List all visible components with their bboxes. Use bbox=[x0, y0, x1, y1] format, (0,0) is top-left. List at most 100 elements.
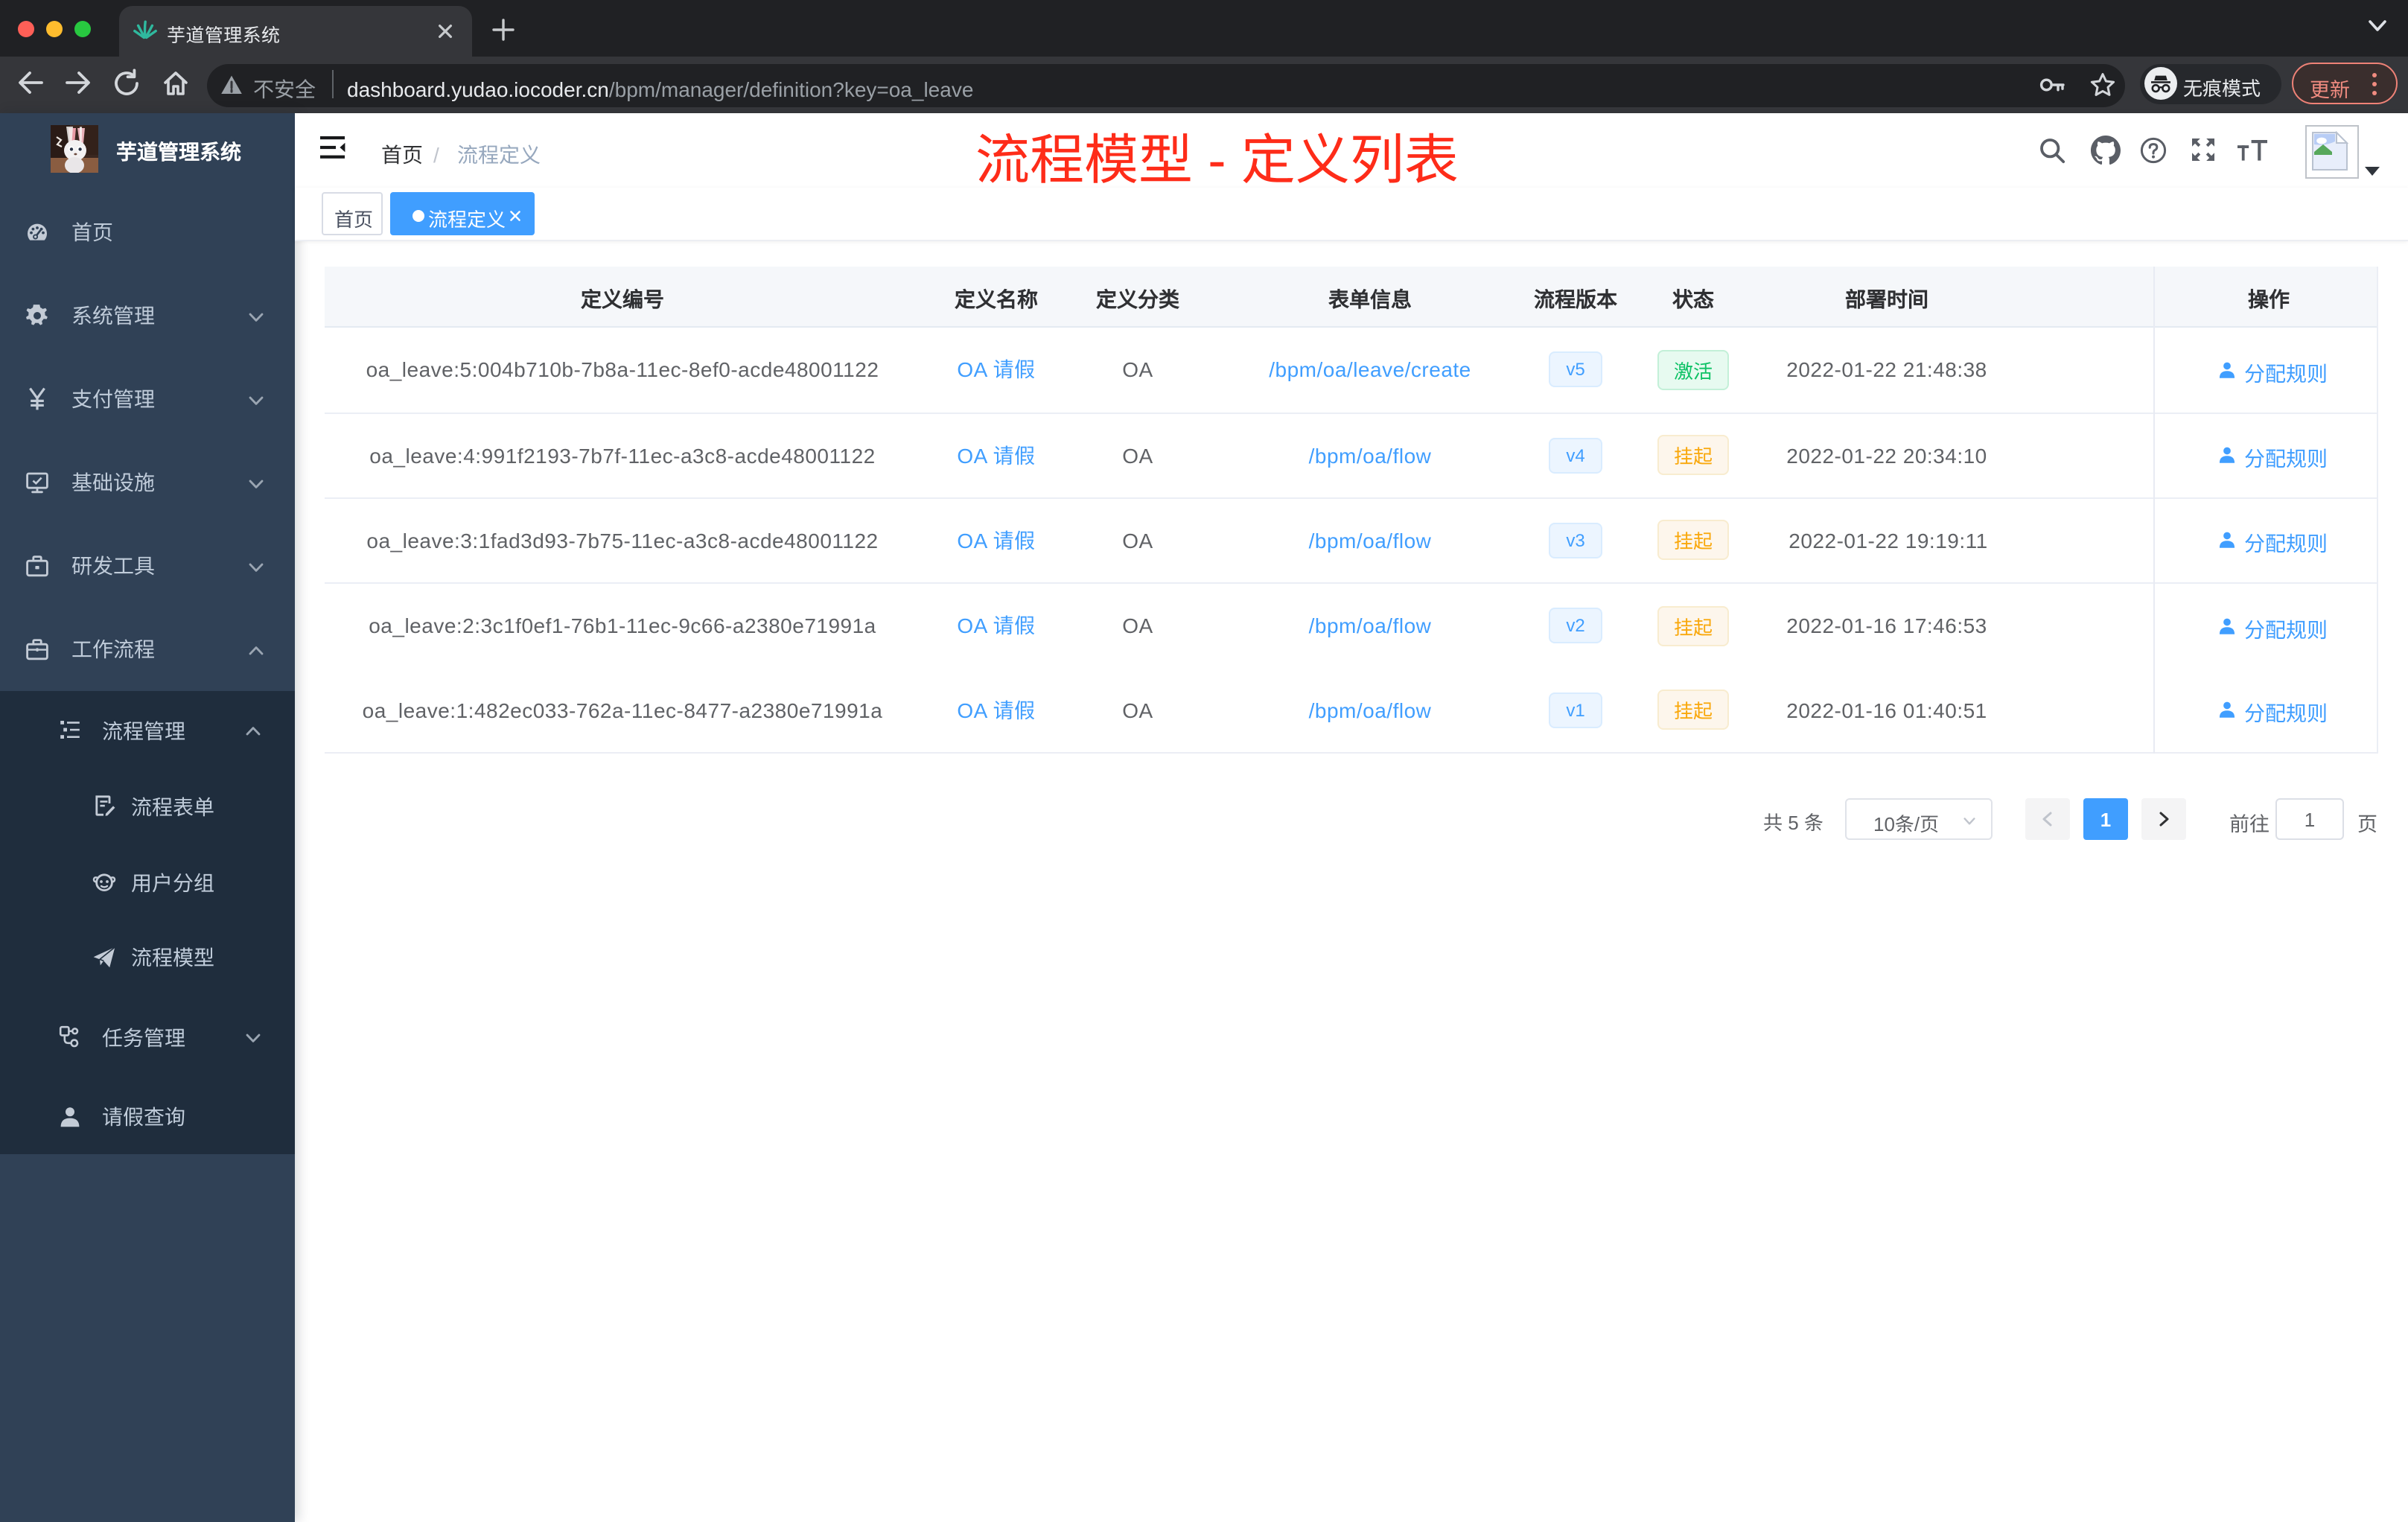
chevron-up-icon bbox=[249, 646, 264, 655]
password-key-icon[interactable] bbox=[2039, 73, 2065, 97]
sidebar-item-task-management[interactable]: 任务管理 bbox=[0, 998, 295, 1075]
reload-icon[interactable] bbox=[112, 69, 141, 98]
security-label[interactable]: 不安全 bbox=[253, 74, 316, 104]
avatar-caret-down-icon[interactable] bbox=[2365, 167, 2380, 183]
assign-rule-button[interactable]: 分配规则 bbox=[2217, 614, 2359, 645]
pagination-next-button[interactable] bbox=[2141, 797, 2186, 839]
sidebar-item-process-model[interactable]: 流程模型 bbox=[0, 918, 295, 996]
cell-deploy-time: 2022-01-22 20:34:10 bbox=[1786, 440, 1987, 471]
cell-form-link[interactable]: /bpm/oa/flow bbox=[1309, 526, 1432, 555]
help-question-icon[interactable] bbox=[2140, 137, 2167, 164]
version-tag: v4 bbox=[1549, 437, 1602, 474]
pagination-goto-label: 前往 bbox=[2229, 807, 2270, 837]
tab-close-icon[interactable] bbox=[433, 19, 457, 43]
cell-definition-name-link[interactable]: OA 请假 bbox=[957, 441, 1035, 471]
chevron-up-icon bbox=[246, 727, 261, 736]
tab-search-chevron-icon[interactable] bbox=[2368, 19, 2387, 33]
new-tab-button[interactable] bbox=[490, 16, 517, 43]
sidebar-item-leave-query[interactable]: 请假查询 bbox=[0, 1077, 295, 1155]
cell-definition-name-link[interactable]: OA 请假 bbox=[957, 695, 1035, 725]
window-zoom-button[interactable] bbox=[74, 20, 91, 36]
pagination-prev-button[interactable] bbox=[2025, 797, 2069, 839]
sidebar-item-label: 用户分组 bbox=[131, 867, 214, 897]
url-text[interactable]: dashboard.yudao.iocoder.cn/bpm/manager/d… bbox=[347, 74, 973, 104]
sidebar-item-process-management[interactable]: 流程管理 bbox=[0, 691, 295, 768]
chevron-right-icon bbox=[2159, 811, 2169, 826]
sidebar-item-payment[interactable]: 支付管理 bbox=[0, 357, 295, 440]
annotation-title: 流程模型 - 定义列表 bbox=[975, 115, 1459, 194]
font-size-icon[interactable] bbox=[2237, 140, 2268, 161]
cell-form-link[interactable]: /bpm/oa/leave/create bbox=[1269, 355, 1471, 385]
browser-toolbar: 不安全 dashboard.yudao.iocoder.cn/bpm/manag… bbox=[0, 57, 2408, 113]
sidebar-item-label: 首页 bbox=[71, 217, 113, 247]
tree-list-icon bbox=[60, 721, 80, 739]
assign-rule-label: 分配规则 bbox=[2244, 529, 2328, 559]
assign-rule-button[interactable]: 分配规则 bbox=[2217, 444, 2359, 474]
sidebar-logo[interactable]: 芋道管理系统 bbox=[0, 113, 295, 188]
bookmark-star-icon[interactable] bbox=[2089, 71, 2116, 98]
assign-user-icon bbox=[2219, 618, 2235, 634]
sidebar-item-process-form[interactable]: 流程表单 bbox=[0, 767, 295, 844]
url-host: dashboard.yudao.iocoder.cn bbox=[347, 74, 609, 104]
col-header-actions: 操作 bbox=[2248, 284, 2290, 313]
sidebar-collapse-icon[interactable] bbox=[320, 136, 345, 159]
sidebar-item-workflow[interactable]: 工作流程 bbox=[0, 607, 295, 690]
not-secure-warning-icon bbox=[221, 75, 242, 94]
sidebar-item-home[interactable]: 首页 bbox=[0, 190, 295, 273]
col-header-deploy-time: 部署时间 bbox=[1845, 284, 1928, 313]
pagination-page-1[interactable]: 1 bbox=[2083, 797, 2128, 839]
user-avatar-broken-image[interactable] bbox=[2305, 125, 2359, 179]
cell-form-link[interactable]: /bpm/oa/flow bbox=[1309, 695, 1432, 725]
chevron-down-icon bbox=[249, 395, 264, 404]
pagination-goto-input[interactable]: 1 bbox=[2275, 797, 2344, 839]
table-header: 定义编号 定义名称 定义分类 表单信息 流程版本 状态 部署时间 操作 bbox=[325, 266, 2378, 328]
status-badge: 挂起 bbox=[1657, 690, 1730, 730]
browser-menu-kebab-icon[interactable] bbox=[2372, 73, 2376, 95]
tag-home[interactable]: 首页 bbox=[322, 192, 383, 235]
assign-rule-button[interactable]: 分配规则 bbox=[2217, 529, 2359, 559]
cell-definition-name-link[interactable]: OA 请假 bbox=[957, 355, 1035, 385]
cell-form-link[interactable]: /bpm/oa/flow bbox=[1309, 441, 1432, 471]
forward-icon[interactable] bbox=[64, 69, 92, 97]
search-icon[interactable] bbox=[2039, 137, 2065, 164]
col-header-definition-id: 定义编号 bbox=[581, 284, 664, 313]
kebab-dot bbox=[2372, 73, 2376, 77]
sidebar-item-system[interactable]: 系统管理 bbox=[0, 273, 295, 357]
github-icon[interactable] bbox=[2091, 136, 2121, 165]
back-icon[interactable] bbox=[16, 69, 45, 97]
update-label[interactable]: 更新 bbox=[2310, 72, 2350, 102]
cell-category: OA bbox=[1122, 525, 1153, 555]
logo-rabbit-avatar bbox=[51, 125, 98, 173]
browser-update-button[interactable]: 更新 bbox=[2292, 63, 2398, 104]
window-minimize-button[interactable] bbox=[46, 20, 63, 36]
cell-form-link[interactable]: /bpm/oa/flow bbox=[1309, 611, 1432, 641]
sidebar-item-label: 研发工具 bbox=[71, 551, 155, 581]
assign-rule-button[interactable]: 分配规则 bbox=[2217, 698, 2359, 729]
table-row: oa_leave:2:3c1f0ef1-76b1-11ec-9c66-a2380… bbox=[325, 584, 2378, 669]
assign-rule-button[interactable]: 分配规则 bbox=[2217, 358, 2359, 389]
breadcrumb-home[interactable]: 首页 bbox=[381, 139, 423, 169]
browser-tab[interactable]: 芋道管理系统 bbox=[119, 6, 472, 57]
window-close-button[interactable] bbox=[18, 20, 34, 36]
chevron-left-icon bbox=[2042, 811, 2051, 826]
table-row: oa_leave:4:991f2193-7b7f-11ec-a3c8-acde4… bbox=[325, 413, 2378, 499]
tag-close-icon[interactable] bbox=[505, 205, 526, 226]
breadcrumb-separator: / bbox=[433, 139, 439, 169]
page-size-select[interactable]: 10条/页 bbox=[1845, 797, 1993, 839]
assign-rule-label: 分配规则 bbox=[2244, 698, 2328, 729]
cell-definition-name-link[interactable]: OA 请假 bbox=[957, 526, 1035, 555]
incognito-icon bbox=[2144, 67, 2177, 100]
sidebar-item-label: 流程管理 bbox=[102, 716, 185, 745]
sidebar-item-infrastructure[interactable]: 基础设施 bbox=[0, 440, 295, 523]
sidebar-item-dev-tools[interactable]: 研发工具 bbox=[0, 523, 295, 607]
tag-active-dot bbox=[413, 209, 424, 221]
version-tag: v2 bbox=[1549, 608, 1602, 644]
cell-definition-name-link[interactable]: OA 请假 bbox=[957, 611, 1035, 641]
cell-definition-id: oa_leave:3:1fad3d93-7b75-11ec-a3c8-acde4… bbox=[366, 525, 879, 555]
home-icon[interactable] bbox=[161, 69, 191, 98]
assign-user-icon bbox=[2219, 448, 2235, 464]
fullscreen-icon[interactable] bbox=[2190, 137, 2215, 162]
sidebar-item-user-group[interactable]: 用户分组 bbox=[0, 843, 295, 920]
tag-process-definition[interactable]: 流程定义 bbox=[390, 192, 535, 235]
assign-user-icon bbox=[2219, 362, 2235, 378]
